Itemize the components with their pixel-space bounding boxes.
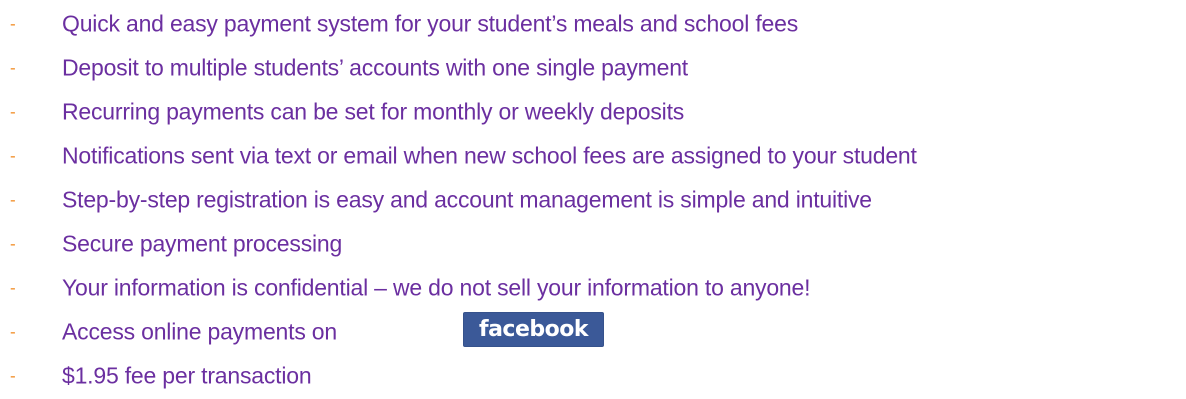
feature-text: Access online payments on: [62, 318, 337, 345]
feature-item-multiple-students: - Deposit to multiple students’ accounts…: [0, 46, 1186, 90]
facebook-logo[interactable]: facebook: [463, 312, 604, 347]
feature-item-registration: - Step-by-step registration is easy and …: [0, 178, 1186, 222]
dash-marker: -: [10, 14, 16, 34]
feature-text: Deposit to multiple students’ accounts w…: [62, 54, 688, 81]
feature-text: Recurring payments can be set for monthl…: [62, 98, 685, 125]
feature-text: $1.95 fee per transaction: [62, 362, 312, 389]
feature-text: Quick and easy payment system for your s…: [62, 10, 799, 37]
feature-item-fee: - $1.95 fee per transaction: [0, 354, 1186, 398]
feature-text: Your information is confidential – we do…: [62, 274, 811, 301]
dash-marker: -: [10, 58, 16, 78]
dash-marker: -: [10, 146, 16, 166]
feature-item-notifications: - Notifications sent via text or email w…: [0, 134, 1186, 178]
dash-marker: -: [10, 234, 16, 254]
dash-marker: -: [10, 102, 16, 122]
facebook-logo-text: facebook: [479, 316, 589, 342]
feature-item-secure-processing: - Secure payment processing: [0, 222, 1186, 266]
dash-marker: -: [10, 278, 16, 298]
dash-marker: -: [10, 190, 16, 210]
dash-marker: -: [10, 322, 16, 342]
feature-text: Notifications sent via text or email whe…: [62, 142, 917, 169]
feature-text: Secure payment processing: [62, 230, 343, 257]
feature-text: Step-by-step registration is easy and ac…: [62, 186, 872, 213]
dash-marker: -: [10, 366, 16, 386]
feature-item-confidential: - Your information is confidential – we …: [0, 266, 1186, 310]
feature-item-facebook-access: - Access online payments on facebook: [0, 310, 1186, 354]
feature-item-quick-payment: - Quick and easy payment system for your…: [0, 2, 1186, 46]
feature-item-recurring-payments: - Recurring payments can be set for mont…: [0, 90, 1186, 134]
feature-list: - Quick and easy payment system for your…: [0, 2, 1186, 398]
